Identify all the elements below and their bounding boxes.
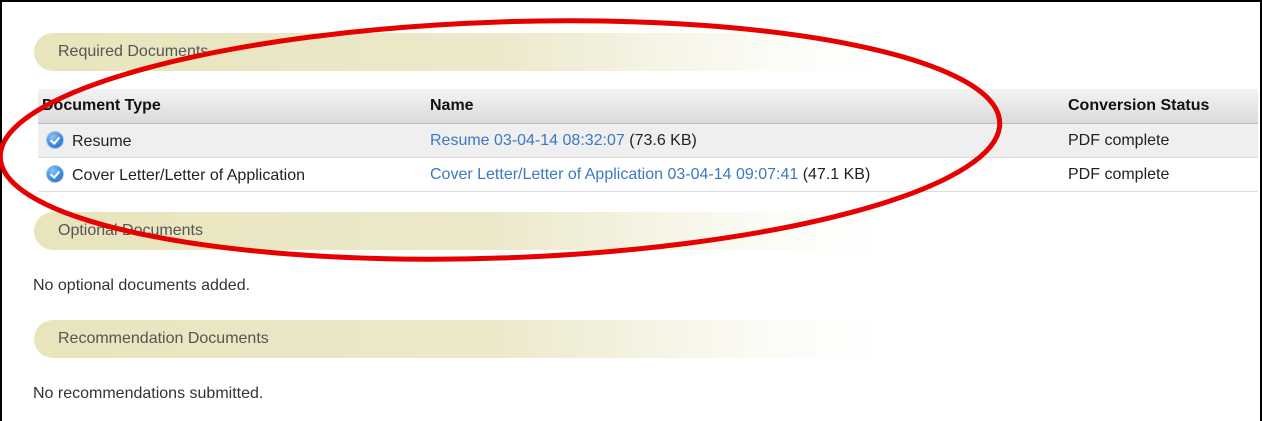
table-row: Cover Letter/Letter of Application Cover… — [38, 157, 1258, 192]
document-size: (47.1 KB) — [802, 165, 871, 183]
column-header-document-type[interactable]: Document Type — [38, 89, 426, 124]
column-header-name[interactable]: Name — [426, 89, 1064, 124]
required-documents-table: Document Type Name Conversion Status Res… — [38, 89, 1258, 192]
optional-empty-message: No optional documents added. — [33, 277, 251, 294]
document-size: (73.6 KB) — [629, 131, 697, 149]
column-header-conversion-status[interactable]: Conversion Status — [1064, 89, 1258, 124]
document-name-cell: Cover Letter/Letter of Application 03-04… — [426, 157, 1064, 192]
table-row: Resume Resume 03-04-14 08:32:07 (73.6 KB… — [38, 123, 1258, 158]
section-header-recommendation: Recommendation Documents — [34, 320, 874, 358]
document-type-label: Resume — [72, 132, 132, 150]
document-type-cell: Cover Letter/Letter of Application — [38, 157, 426, 192]
section-title-required: Required Documents — [58, 43, 209, 60]
recommendation-empty-message: No recommendations submitted. — [33, 385, 264, 402]
table-header-row: Document Type Name Conversion Status — [38, 89, 1258, 124]
conversion-status-cell: PDF complete — [1064, 157, 1258, 192]
check-circle-icon — [46, 130, 64, 149]
document-name-cell: Resume 03-04-14 08:32:07 (73.6 KB) — [426, 123, 1064, 158]
section-header-required: Required Documents — [34, 33, 874, 71]
document-type-cell: Resume — [38, 123, 426, 158]
section-title-optional: Optional Documents — [58, 222, 203, 239]
document-link-cover-letter[interactable]: Cover Letter/Letter of Application 03-04… — [430, 166, 798, 183]
conversion-status-cell: PDF complete — [1064, 123, 1258, 158]
document-type-label: Cover Letter/Letter of Application — [72, 166, 306, 184]
section-title-recommendation: Recommendation Documents — [58, 330, 269, 347]
check-circle-icon — [46, 164, 64, 183]
section-header-optional: Optional Documents — [34, 212, 874, 250]
document-link-resume[interactable]: Resume 03-04-14 08:32:07 — [430, 132, 625, 149]
